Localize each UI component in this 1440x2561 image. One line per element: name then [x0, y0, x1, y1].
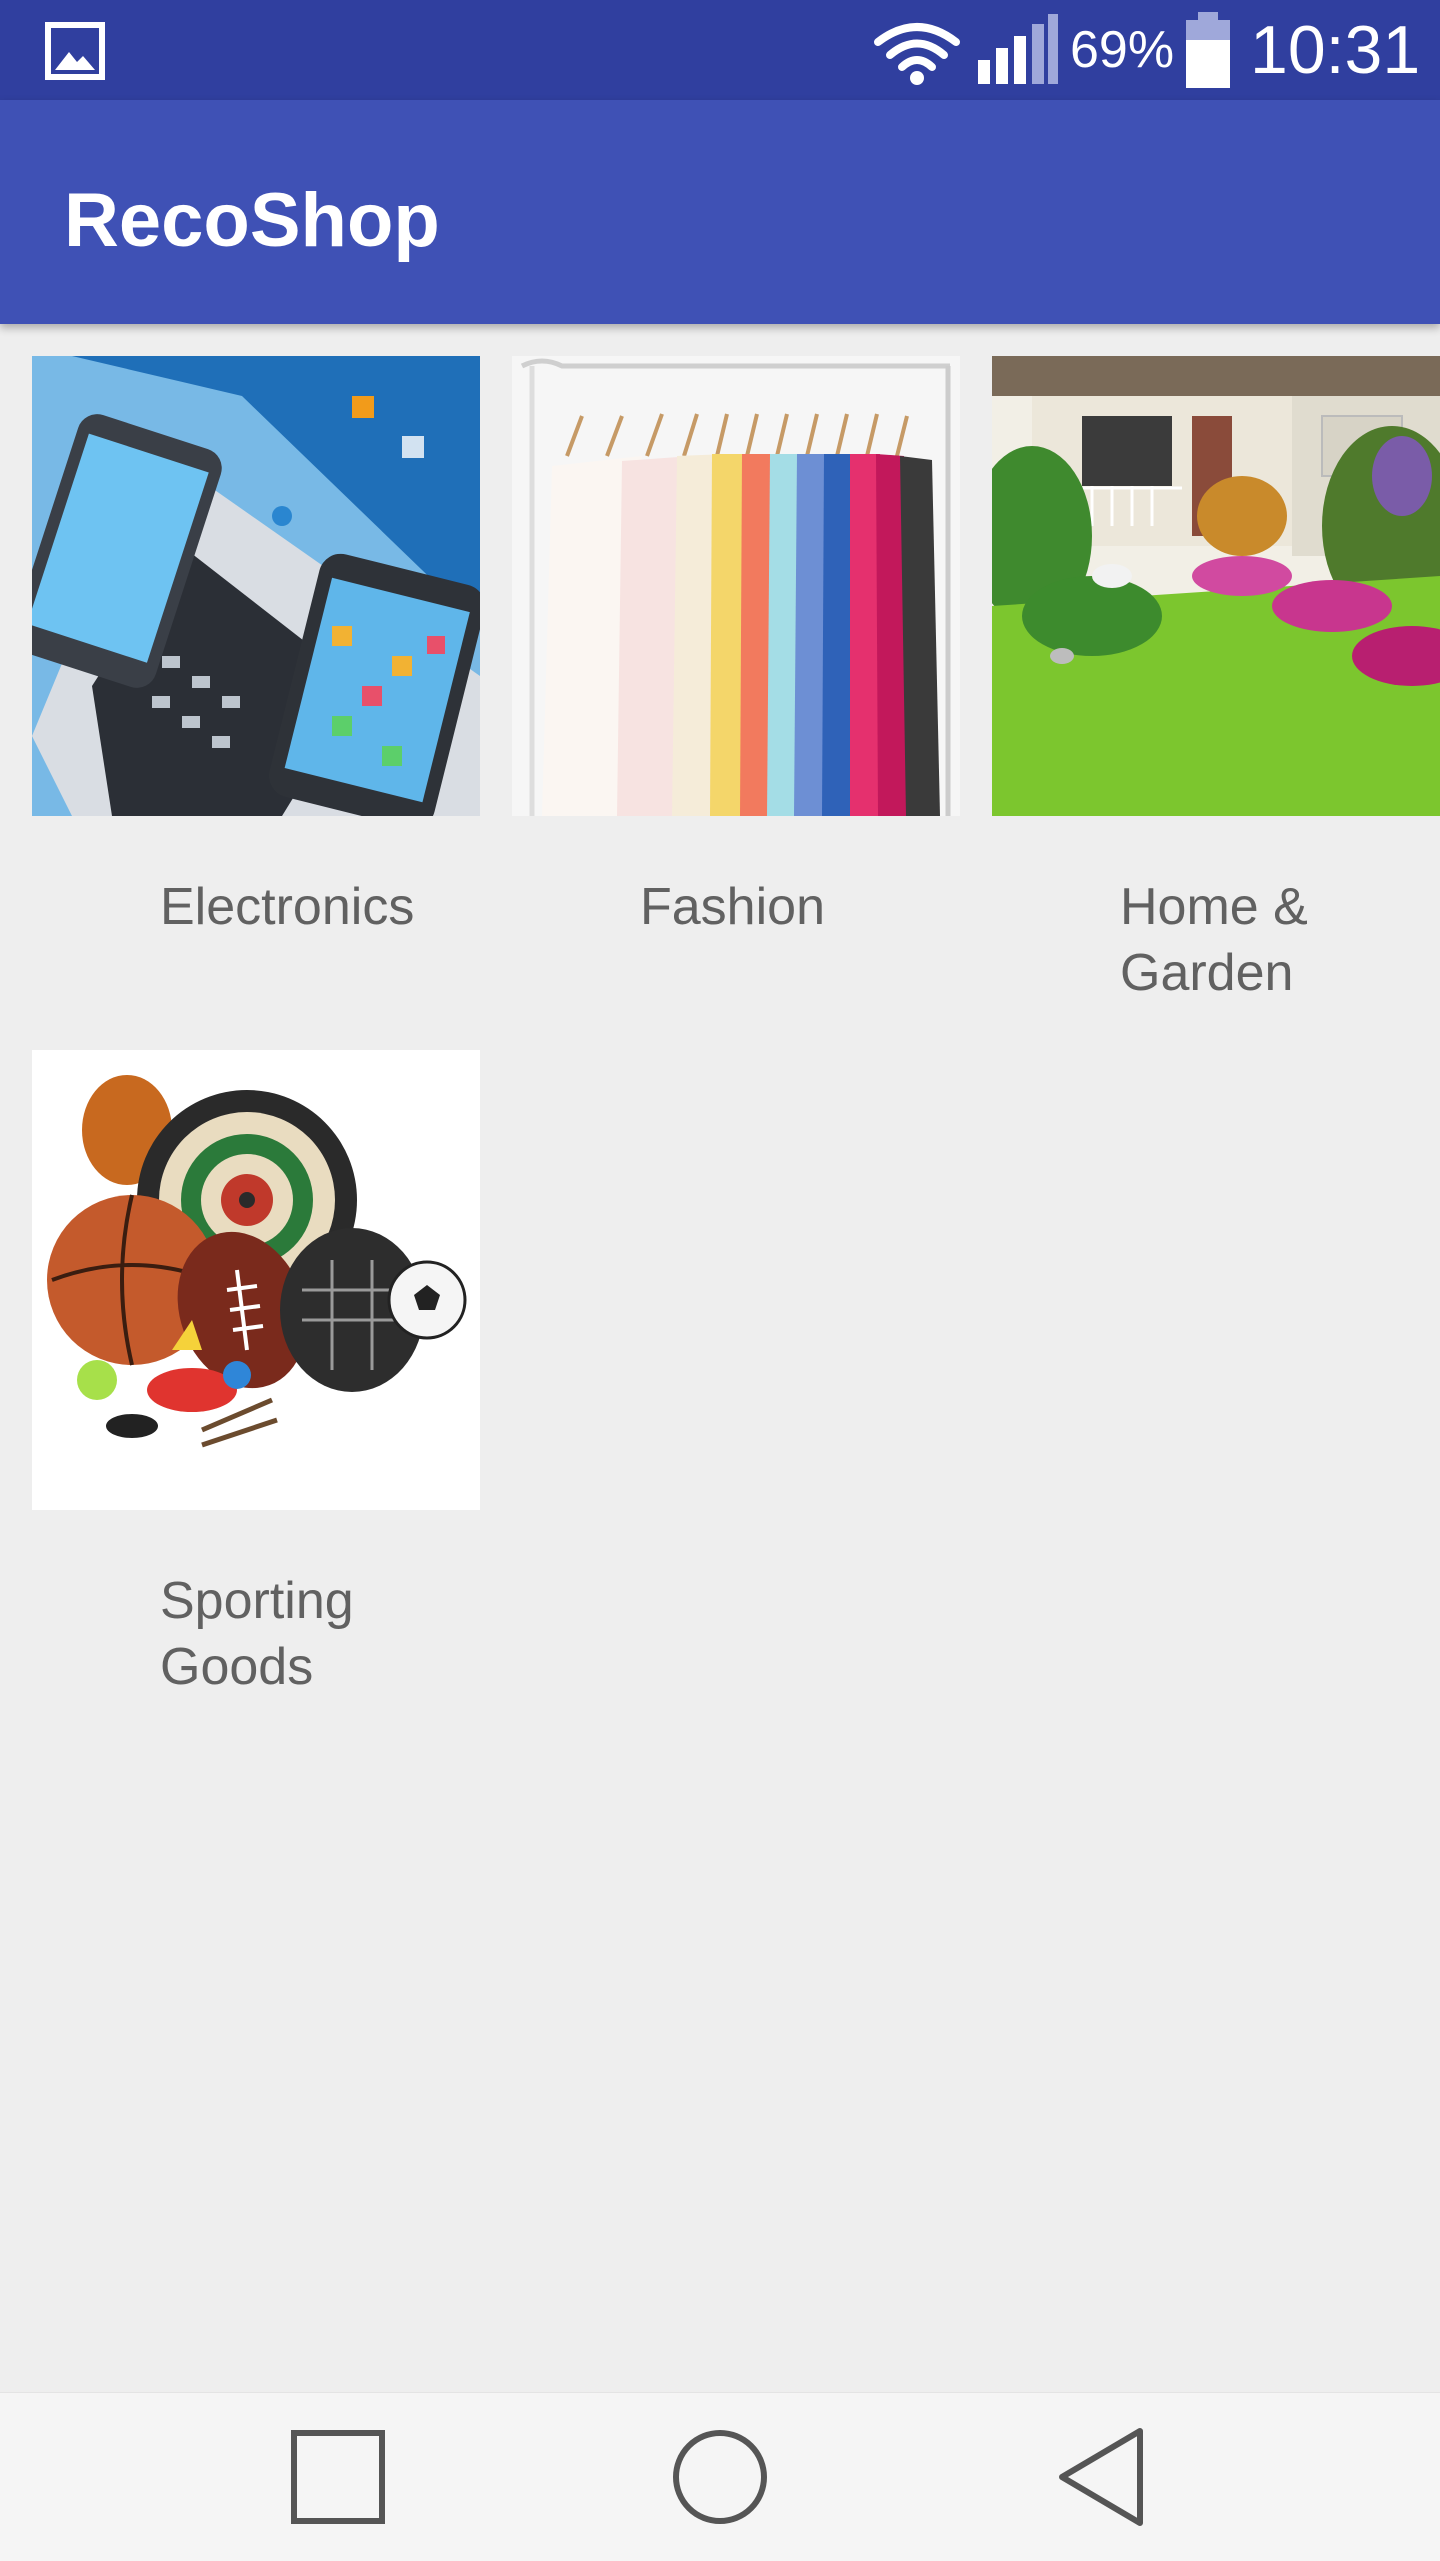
app-bar: RecoShop: [0, 100, 1440, 324]
electronics-image: [32, 356, 480, 816]
status-bar: 69% 10:31: [0, 0, 1440, 100]
category-label-home-garden: Home & Garden: [1120, 878, 1308, 1002]
wifi-icon: [874, 23, 960, 85]
back-triangle-icon[interactable]: [1036, 2415, 1176, 2539]
recents-square-icon[interactable]: [268, 2415, 408, 2539]
fashion-image: [512, 356, 960, 816]
cell-signal-icon: [978, 14, 1058, 84]
battery-percent: 69%: [1070, 21, 1175, 79]
navigation-bar: [0, 2392, 1440, 2561]
gallery-icon: [45, 22, 105, 80]
category-label-sporting-goods: Sporting Goods: [160, 1572, 354, 1696]
sporting-goods-image: [32, 1050, 480, 1510]
category-label-fashion: Fashion: [640, 878, 825, 936]
home-circle-icon[interactable]: [650, 2415, 790, 2539]
battery-icon: [1186, 12, 1230, 88]
home-garden-image: [992, 356, 1440, 816]
clock: 10:31: [1250, 12, 1421, 88]
category-label-electronics: Electronics: [160, 878, 415, 936]
app-title: RecoShop: [64, 178, 440, 263]
